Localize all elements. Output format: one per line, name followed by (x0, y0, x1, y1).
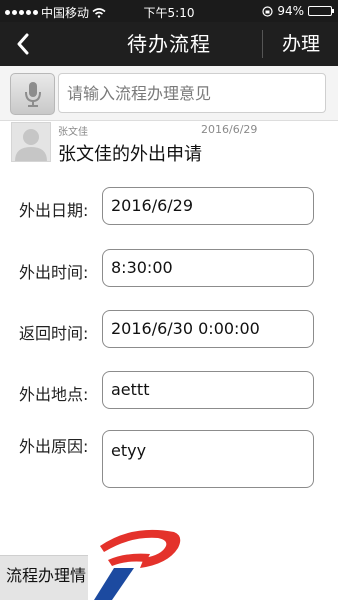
voice-input-button[interactable] (10, 73, 55, 115)
title-bar: 待办流程 办理 (0, 22, 338, 66)
status-bar: 中国移动 下午5:10 94% (0, 0, 338, 22)
applicant-date: 2016/6/29 (201, 123, 258, 136)
status-right: 94% (262, 4, 334, 18)
form-label: 外出原因: (19, 437, 89, 456)
battery-percent: 94% (277, 4, 304, 18)
handle-button[interactable]: 办理 (264, 22, 338, 66)
applicant-name: 张文佳 (58, 127, 88, 138)
applicant-info: 张文佳 2016/6/29 张文佳的外出申请 (0, 121, 338, 167)
form-label: 外出时间: (19, 263, 89, 282)
form-label: 返回时间: (19, 324, 89, 343)
avatar (11, 122, 51, 162)
header-divider (262, 30, 263, 58)
rotation-lock-icon (262, 5, 273, 17)
company-logo (94, 529, 181, 600)
out-time-field[interactable]: 8:30:00 (102, 249, 314, 287)
person-placeholder-icon (15, 129, 47, 161)
microphone-icon (24, 82, 41, 107)
out-date-field[interactable]: 2016/6/29 (102, 187, 314, 225)
tab-process-status[interactable]: 流程办理情 (0, 555, 88, 600)
battery-icon (308, 6, 334, 16)
form-label: 外出日期: (19, 201, 89, 220)
opinion-row (0, 66, 338, 121)
return-time-field[interactable]: 2016/6/30 0:00:00 (102, 310, 314, 348)
form-label: 外出地点: (19, 385, 89, 404)
location-field[interactable]: aettt (102, 371, 314, 409)
reason-field[interactable]: etyy (102, 430, 314, 488)
opinion-input[interactable] (58, 73, 326, 113)
request-title: 张文佳的外出申请 (58, 144, 202, 165)
